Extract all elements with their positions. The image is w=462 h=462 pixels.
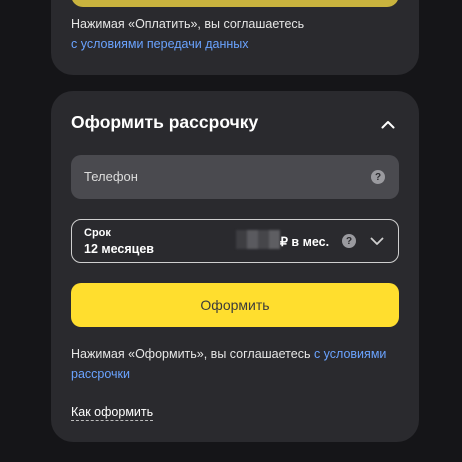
phone-help-icon[interactable]: ? bbox=[371, 170, 385, 184]
chevron-down-icon[interactable] bbox=[368, 232, 386, 250]
term-value: 12 месяцев bbox=[84, 242, 154, 256]
how-to-apply-link[interactable]: Как оформить bbox=[71, 405, 154, 421]
phone-placeholder: Телефон bbox=[84, 169, 138, 184]
installment-card: Оформить рассрочку Телефон ? Срок 12 мес… bbox=[51, 91, 419, 442]
term-select[interactable]: Срок 12 месяцев ₽ в мес. ? bbox=[71, 219, 399, 263]
pay-button-edge[interactable] bbox=[71, 0, 399, 7]
term-label: Срок bbox=[84, 227, 111, 239]
payment-terms-text: Нажимая «Оплатить», вы соглашаетесь с ус… bbox=[71, 14, 401, 54]
term-help-icon[interactable]: ? bbox=[342, 234, 356, 248]
submit-installment-button[interactable]: Оформить bbox=[71, 283, 399, 327]
data-transfer-terms-link[interactable]: с условиями передачи данных bbox=[71, 37, 248, 51]
payment-terms-prefix: Нажимая «Оплатить», вы соглашаетесь bbox=[71, 17, 305, 31]
installment-terms-prefix: Нажимая «Оформить», вы соглашаетесь bbox=[71, 347, 314, 361]
installment-terms-text: Нажимая «Оформить», вы соглашаетесь с ус… bbox=[71, 344, 401, 384]
monthly-suffix: ₽ в мес. bbox=[280, 235, 330, 249]
collapse-chevron-up-icon[interactable] bbox=[379, 115, 397, 133]
installment-title: Оформить рассрочку bbox=[71, 112, 259, 132]
payment-card: Нажимая «Оплатить», вы соглашаетесь с ус… bbox=[51, 0, 419, 75]
phone-input[interactable]: Телефон ? bbox=[71, 155, 399, 199]
monthly-amount-blurred bbox=[236, 230, 280, 249]
